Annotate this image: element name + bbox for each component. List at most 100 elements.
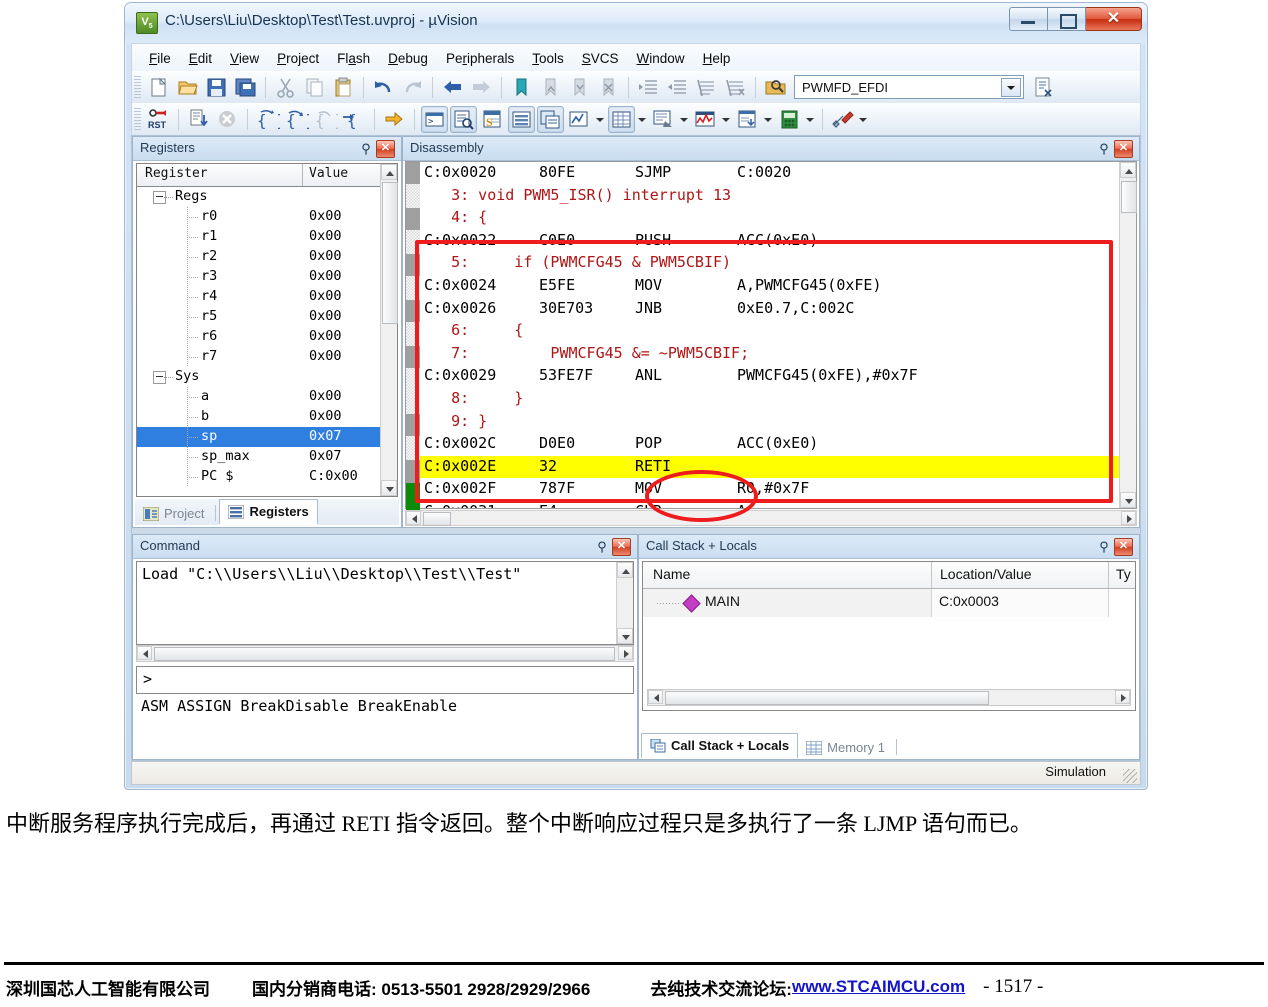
scroll-left-icon[interactable] — [648, 690, 663, 704]
scroll-down-icon[interactable] — [1120, 492, 1136, 508]
menu-item-svcs[interactable]: SVCS — [573, 48, 628, 69]
save-icon[interactable] — [203, 74, 230, 101]
tab-call-stack-locals[interactable]: Call Stack + Locals — [641, 733, 799, 759]
chevron-down-icon[interactable] — [678, 107, 689, 132]
new-file-icon[interactable] — [145, 74, 172, 101]
disassembly-source-line[interactable]: 6: { — [420, 320, 1120, 343]
step-out-icon[interactable]: { } — [312, 106, 339, 133]
tab-registers[interactable]: Registers — [219, 499, 318, 525]
register-row[interactable]: sp 0x07 — [137, 427, 381, 447]
run-icon[interactable] — [185, 106, 212, 133]
copy-icon[interactable] — [301, 74, 328, 101]
register-row[interactable]: r2 0x00 — [137, 247, 381, 267]
menu-item-debug[interactable]: Debug — [379, 48, 437, 69]
resize-grip-icon[interactable] — [1123, 769, 1137, 783]
disassembly-source-line[interactable]: 9: } — [420, 411, 1120, 434]
menu-item-peripherals[interactable]: Peripherals — [437, 48, 523, 69]
register-row[interactable]: a 0x00 — [137, 387, 381, 407]
scroll-thumb[interactable] — [1121, 181, 1137, 213]
toolbox-icon[interactable] — [829, 106, 856, 133]
pin-icon[interactable]: ⚲ — [595, 539, 609, 554]
disassembly-asm-line[interactable]: C:0x002F 787F MOV R0,#0x7F — [420, 478, 1120, 501]
register-row[interactable]: r6 0x00 — [137, 327, 381, 347]
scroll-right-icon[interactable] — [1115, 690, 1130, 704]
watch-window-icon[interactable] — [566, 106, 593, 133]
chevron-down-icon[interactable] — [720, 107, 731, 132]
save-all-icon[interactable] — [232, 74, 259, 101]
navigate-forward-icon[interactable] — [468, 74, 495, 101]
symbols-window-icon[interactable]: S — [479, 106, 506, 133]
close-icon[interactable]: ✕ — [1114, 538, 1133, 556]
system-viewer-icon[interactable] — [776, 106, 803, 133]
chevron-down-icon[interactable] — [804, 107, 815, 132]
register-row[interactable]: r7 0x00 — [137, 347, 381, 367]
scroll-right-icon[interactable] — [618, 646, 633, 660]
menu-item-tools[interactable]: Tools — [523, 48, 573, 69]
bookmark-toggle-icon[interactable] — [508, 74, 535, 101]
close-icon[interactable]: ✕ — [1114, 140, 1133, 158]
cut-icon[interactable] — [272, 74, 299, 101]
toolbar-grip[interactable] — [134, 108, 141, 130]
menu-item-project[interactable]: Project — [268, 48, 328, 69]
disassembly-asm-line[interactable]: C:0x002E 32 RETI — [420, 455, 1120, 479]
chevron-down-icon[interactable] — [857, 107, 868, 132]
disassembly-asm-line[interactable]: C:0x0029 53FE7F ANL PWMCFG45(0xFE),#0x7F — [420, 365, 1120, 388]
toolbar-grip[interactable] — [134, 76, 141, 98]
bookmark-prev-icon[interactable] — [537, 74, 564, 101]
disassembly-source-line[interactable]: 5: if (PWMCFG45 & PWM5CBIF) — [420, 252, 1120, 275]
scroll-left-icon[interactable] — [406, 511, 421, 525]
table-row[interactable]: MAIN C:0x0003 — [643, 589, 1135, 617]
run-to-cursor-icon[interactable]: { } — [341, 106, 368, 133]
bookmark-next-icon[interactable] — [566, 74, 593, 101]
disassembly-code-lines[interactable]: C:0x0020 80FE SJMP C:0020 3: void PWM5_ISR(… — [420, 162, 1120, 508]
disassembly-horizontal-scrollbar[interactable] — [405, 510, 1137, 526]
menu-item-edit[interactable]: Edit — [180, 48, 221, 69]
register-row[interactable]: r1 0x00 — [137, 227, 381, 247]
paste-icon[interactable] — [330, 74, 357, 101]
undo-icon[interactable] — [370, 74, 397, 101]
disassembly-source-line[interactable]: 7: PWMCFG45 &= ~PWM5CBIF; — [420, 343, 1120, 366]
navigate-back-icon[interactable] — [439, 74, 466, 101]
scroll-up-icon[interactable] — [1120, 162, 1136, 178]
pin-icon[interactable]: ⚲ — [359, 141, 373, 156]
disassembly-vertical-scrollbar[interactable] — [1119, 162, 1137, 508]
footer-forum-link[interactable]: www.STCAIMCU.com — [792, 977, 965, 997]
tab-memory-1[interactable]: Memory 1 — [798, 736, 893, 759]
command-output[interactable]: Load "C:\\Users\\Liu\\Desktop\\Test\\Tes… — [136, 561, 634, 645]
pin-icon[interactable]: ⚲ — [1097, 539, 1111, 554]
uncomment-icon[interactable] — [722, 74, 749, 101]
disassembly-asm-line[interactable]: C:0x0026 30E703 JNB 0xE0.7,C:002C — [420, 298, 1120, 321]
redo-icon[interactable] — [399, 74, 426, 101]
register-row[interactable]: r0 0x00 — [137, 207, 381, 227]
scroll-down-icon[interactable] — [381, 480, 397, 496]
serial-window-icon[interactable] — [650, 106, 677, 133]
disassembly-gutter[interactable] — [406, 162, 420, 517]
register-row[interactable]: sp_max 0x07 — [137, 447, 381, 467]
find-in-files-icon[interactable] — [762, 74, 789, 101]
disassembly-source-line[interactable]: 8: } — [420, 388, 1120, 411]
step-over-icon[interactable]: { } — [283, 106, 310, 133]
command-horizontal-scrollbar[interactable] — [136, 645, 634, 662]
disassembly-source-line[interactable]: 4: { — [420, 207, 1120, 230]
reset-cpu-icon[interactable]: RST — [145, 106, 172, 133]
memory-window-icon[interactable] — [608, 105, 635, 133]
registers-window-icon[interactable] — [508, 105, 535, 133]
register-row[interactable]: b 0x00 — [137, 407, 381, 427]
outdent-icon[interactable] — [664, 74, 691, 101]
close-icon[interactable]: ✕ — [612, 538, 631, 556]
command-window-icon[interactable]: > — [421, 105, 448, 133]
chevron-down-icon[interactable] — [1001, 78, 1021, 97]
analysis-window-icon[interactable] — [692, 106, 719, 133]
pin-icon[interactable]: ⚲ — [1097, 141, 1111, 156]
menu-item-window[interactable]: Window — [628, 48, 694, 69]
scroll-left-icon[interactable] — [137, 646, 152, 660]
callstack-horizontal-scrollbar[interactable] — [647, 689, 1131, 706]
minimize-button[interactable] — [1009, 7, 1048, 31]
disassembly-asm-line[interactable]: C:0x0020 80FE SJMP C:0020 — [420, 162, 1120, 185]
scroll-right-icon[interactable] — [1121, 511, 1136, 525]
command-output-scrollbar[interactable] — [616, 562, 633, 644]
comment-icon[interactable] — [693, 74, 720, 101]
register-row[interactable]: r5 0x00 — [137, 307, 381, 327]
register-row[interactable]: Sys — [137, 367, 381, 387]
scroll-up-icon[interactable] — [617, 562, 633, 578]
